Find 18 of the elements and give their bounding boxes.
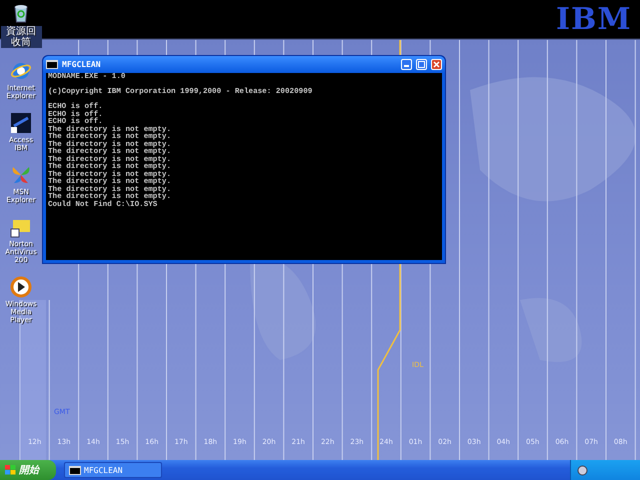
maximize-button[interactable] bbox=[416, 59, 427, 70]
console-icon bbox=[46, 60, 58, 69]
minimize-button[interactable] bbox=[401, 59, 412, 70]
taskbar-button[interactable]: MFGCLEAN bbox=[64, 462, 162, 478]
logo: IBM bbox=[556, 2, 632, 37]
console-icon bbox=[69, 466, 81, 474]
shortcut-icon bbox=[10, 112, 32, 134]
maximize-icon bbox=[418, 61, 425, 68]
close-button[interactable] bbox=[431, 59, 442, 70]
minimize-icon bbox=[404, 62, 409, 67]
start-button[interactable]: 開始 bbox=[0, 460, 56, 480]
close-icon bbox=[433, 61, 440, 68]
butterfly-icon bbox=[10, 164, 32, 186]
media-player-icon bbox=[10, 276, 32, 298]
desktop-icon-label[interactable]: 資源回收筒 bbox=[0, 26, 42, 48]
windows-logo-icon bbox=[5, 465, 16, 475]
globe-icon bbox=[10, 60, 32, 82]
window-title: MFGCLEAN bbox=[62, 60, 102, 69]
